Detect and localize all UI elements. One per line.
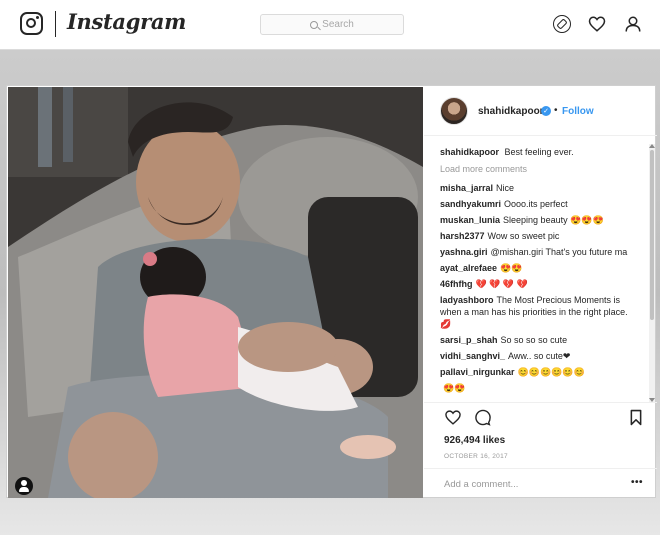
add-comment-input[interactable]: Add a comment... (444, 479, 624, 490)
comment-item: sandhyakumri Oooo.its perfect (440, 198, 632, 210)
explore-compass-icon[interactable] (553, 15, 571, 33)
search-input[interactable]: Search (260, 14, 404, 35)
load-more-comments-link[interactable]: Load more comments (440, 163, 632, 175)
post-card: shahidkapoor ✓ • Follow shahidkapoor Bes… (6, 85, 657, 499)
instagram-wordmark[interactable]: Instagram (67, 9, 186, 34)
comment-username[interactable]: ladyashboro (440, 295, 494, 305)
comment-item: 😍😍 (440, 382, 632, 394)
header-separator: • (554, 105, 558, 116)
comment-text: @mishan.giri That's you future ma (490, 247, 628, 257)
avatar[interactable] (440, 97, 468, 125)
comment-username[interactable]: muskan_lunia (440, 215, 500, 225)
instagram-logo-icon[interactable] (20, 12, 43, 35)
comment-item: ayat_alrefaee 😍😍 (440, 262, 632, 274)
comment-username[interactable]: sandhyakumri (440, 199, 501, 209)
heart-icon[interactable] (588, 15, 606, 33)
comment-item: misha_jarral Nice (440, 182, 632, 194)
comment-item: harsh2377 Wow so sweet pic (440, 230, 632, 242)
caption-text: Best feeling ever. (504, 147, 574, 157)
comment-item: pallavi_nirgunkar 😊😊😊😊😊😊 (440, 366, 632, 378)
comment-item: yashna.giri @mishan.giri That's you futur… (440, 246, 632, 258)
bookmark-icon[interactable] (629, 409, 643, 426)
post-sidebar: shahidkapoor ✓ • Follow shahidkapoor Bes… (424, 86, 657, 499)
post-header: shahidkapoor ✓ • Follow (424, 86, 657, 136)
post-photo[interactable] (8, 87, 423, 498)
comment-item: vidhi_sanghvi_ Aww.. so cute❤ (440, 350, 632, 362)
brand-divider (55, 11, 56, 37)
comment-username[interactable]: pallavi_nirgunkar (440, 367, 515, 377)
comment-item: ladyashboro The Most Precious Moments is … (440, 294, 632, 330)
verified-badge-icon: ✓ (541, 106, 551, 116)
comment-text: Oooo.its perfect (504, 199, 568, 209)
comment-item: sarsi_p_shah So so so so cute (440, 334, 632, 346)
comment-text: 😍😍 (500, 263, 523, 273)
profile-icon[interactable] (624, 15, 642, 33)
post-actions: 926,494 likes OCTOBER 16, 2017 Add a com… (424, 402, 657, 499)
comment-username[interactable]: sarsi_p_shah (440, 335, 498, 345)
comment-text: Sleeping beauty 😍😍😍 (503, 215, 604, 225)
like-count[interactable]: 926,494 likes (444, 435, 505, 446)
comment-text: 💔 💔 💔 💔 (475, 279, 528, 289)
photo-illustration (8, 87, 423, 498)
comments-list[interactable]: shahidkapoor Best feeling ever. Load mor… (440, 146, 632, 401)
comment-username[interactable]: harsh2377 (440, 231, 485, 241)
comment-item: 46fhfhg 💔 💔 💔 💔 (440, 278, 632, 290)
caption-author[interactable]: shahidkapoor (440, 147, 499, 157)
comment-username[interactable]: vidhi_sanghvi_ (440, 351, 505, 361)
comment-text: Nice (496, 183, 515, 193)
comment-username[interactable]: yashna.giri (440, 247, 488, 257)
search-placeholder: Search (322, 19, 354, 30)
top-navigation-bar: Instagram Search (0, 0, 660, 50)
scrollbar-thumb[interactable] (650, 150, 654, 320)
comment-username[interactable]: misha_jarral (440, 183, 493, 193)
post-author-username[interactable]: shahidkapoor (478, 106, 544, 117)
comment-bubble-icon[interactable] (474, 409, 492, 426)
user-tag-icon[interactable] (15, 477, 33, 495)
scroll-up-arrow-icon[interactable] (649, 144, 655, 148)
comment-text: 😊😊😊😊😊😊 (517, 367, 585, 377)
comment-text: So so so so cute (500, 335, 568, 345)
comment-username[interactable]: 46fhfhg (440, 279, 473, 289)
search-icon (310, 20, 319, 29)
like-heart-icon[interactable] (444, 409, 462, 426)
comment-text: Wow so sweet pic (487, 231, 560, 241)
caption: shahidkapoor Best feeling ever. (440, 146, 632, 158)
comments-scrollbar[interactable] (649, 144, 655, 402)
more-options-button[interactable]: ••• (631, 477, 643, 488)
comment-item: muskan_lunia Sleeping beauty 😍😍😍 (440, 214, 632, 226)
add-comment-row: Add a comment... ••• (424, 468, 657, 500)
post-date: OCTOBER 16, 2017 (444, 453, 508, 460)
follow-button[interactable]: Follow (562, 106, 594, 117)
comment-username[interactable]: ayat_alrefaee (440, 263, 497, 273)
comment-text: 😍😍 (443, 383, 466, 393)
comment-text: Aww.. so cute❤ (508, 351, 571, 361)
